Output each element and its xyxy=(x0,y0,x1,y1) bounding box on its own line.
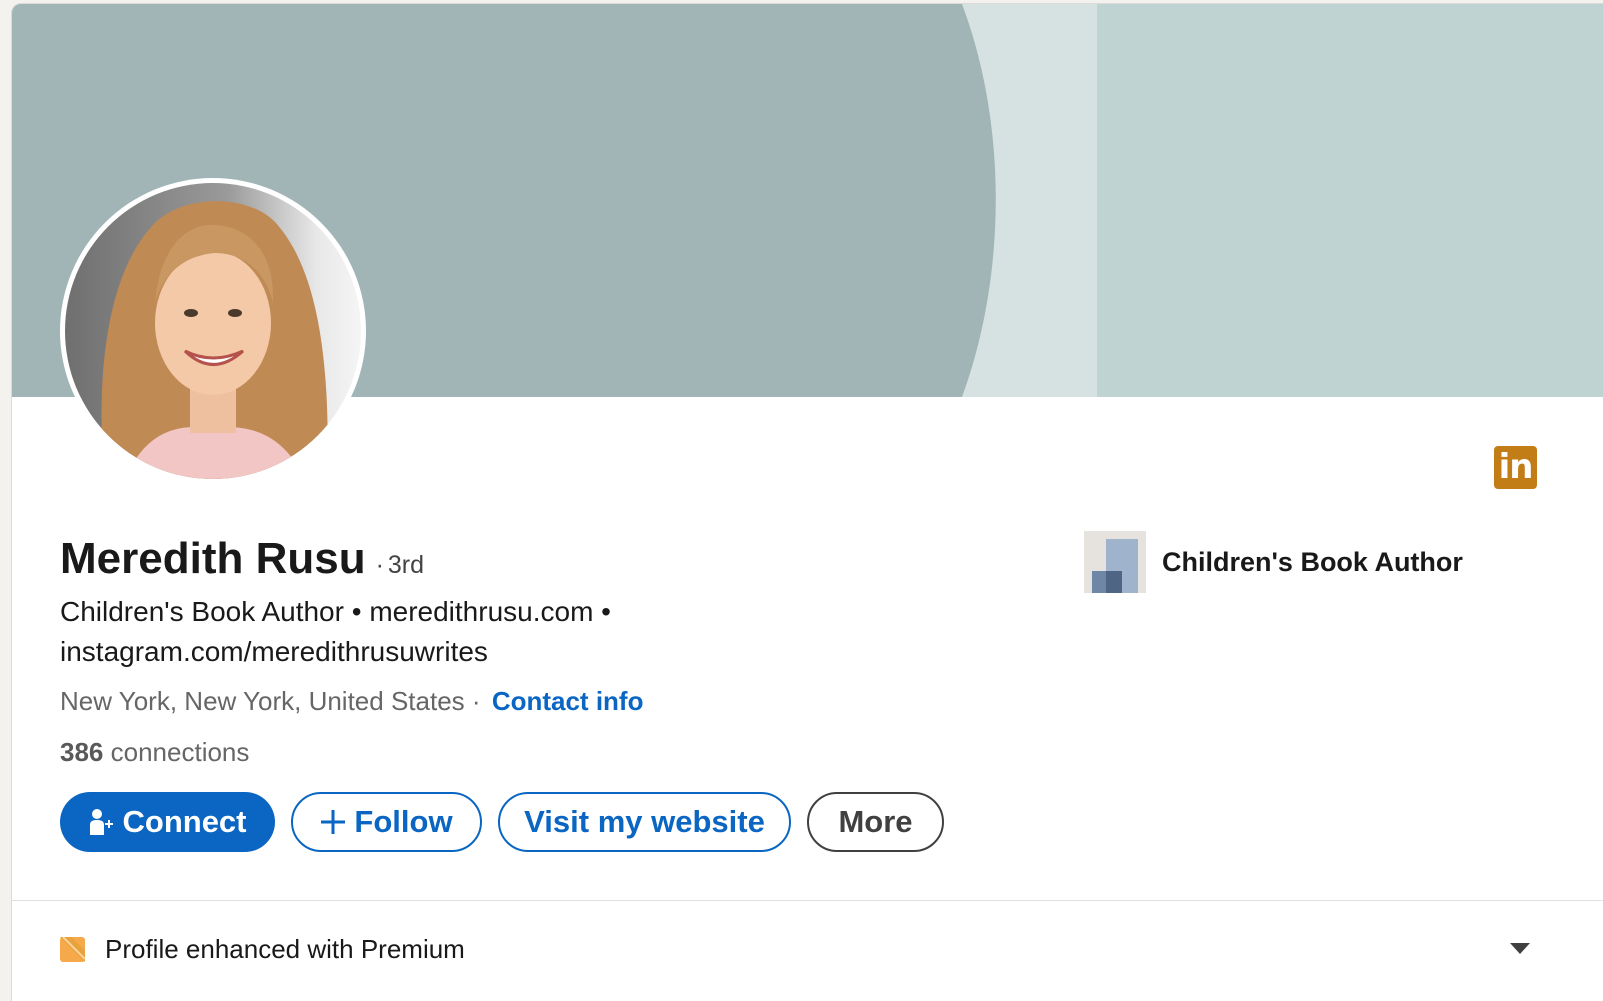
connections-number: 386 xyxy=(60,737,104,767)
chevron-down-icon[interactable] xyxy=(1510,942,1530,960)
premium-label: Profile enhanced with Premium xyxy=(105,934,465,964)
connections-count[interactable]: 386 connections xyxy=(60,737,249,768)
visit-website-button[interactable]: Visit my website xyxy=(498,792,791,852)
profile-actions: Connect Follow Visit my website More xyxy=(60,792,944,852)
connect-label: Connect xyxy=(122,804,247,839)
contact-info-link[interactable]: Contact info xyxy=(492,686,644,716)
location-row: New York, New York, United States · Cont… xyxy=(60,686,643,717)
profile-card: in Meredith Rusu · 3rd Children's Book Au… xyxy=(11,3,1603,1001)
name-row: Meredith Rusu · 3rd xyxy=(60,534,424,584)
plus-icon xyxy=(320,809,346,835)
badge-text: in xyxy=(1498,446,1534,487)
person-add-icon xyxy=(89,808,115,836)
degree-separator: · xyxy=(375,551,384,579)
premium-row[interactable]: Profile enhanced with Premium xyxy=(60,934,465,965)
profile-headline: Children's Book Author • meredithrusu.co… xyxy=(60,596,611,667)
profile-location: New York, New York, United States xyxy=(60,686,465,716)
section-divider xyxy=(12,900,1603,901)
profile-name: Meredith Rusu xyxy=(60,534,366,583)
website-label: Visit my website xyxy=(524,804,765,839)
profile-photo[interactable] xyxy=(60,178,366,484)
follow-label: Follow xyxy=(354,804,453,839)
degree-label: 3rd xyxy=(387,551,425,579)
company-name: Children's Book Author xyxy=(1162,546,1463,577)
connection-degree: · 3rd xyxy=(376,551,424,580)
linkedin-logo-icon: in xyxy=(1494,446,1537,489)
location-separator: · xyxy=(471,686,481,716)
follow-button[interactable]: Follow xyxy=(291,792,482,852)
connect-button[interactable]: Connect xyxy=(60,792,275,852)
company-logo xyxy=(1084,531,1146,593)
premium-badge-icon xyxy=(60,936,86,962)
more-label: More xyxy=(838,804,913,839)
connections-label: connections xyxy=(110,737,250,767)
more-button[interactable]: More xyxy=(807,792,944,852)
current-position[interactable]: Children's Book Author xyxy=(1084,531,1463,593)
